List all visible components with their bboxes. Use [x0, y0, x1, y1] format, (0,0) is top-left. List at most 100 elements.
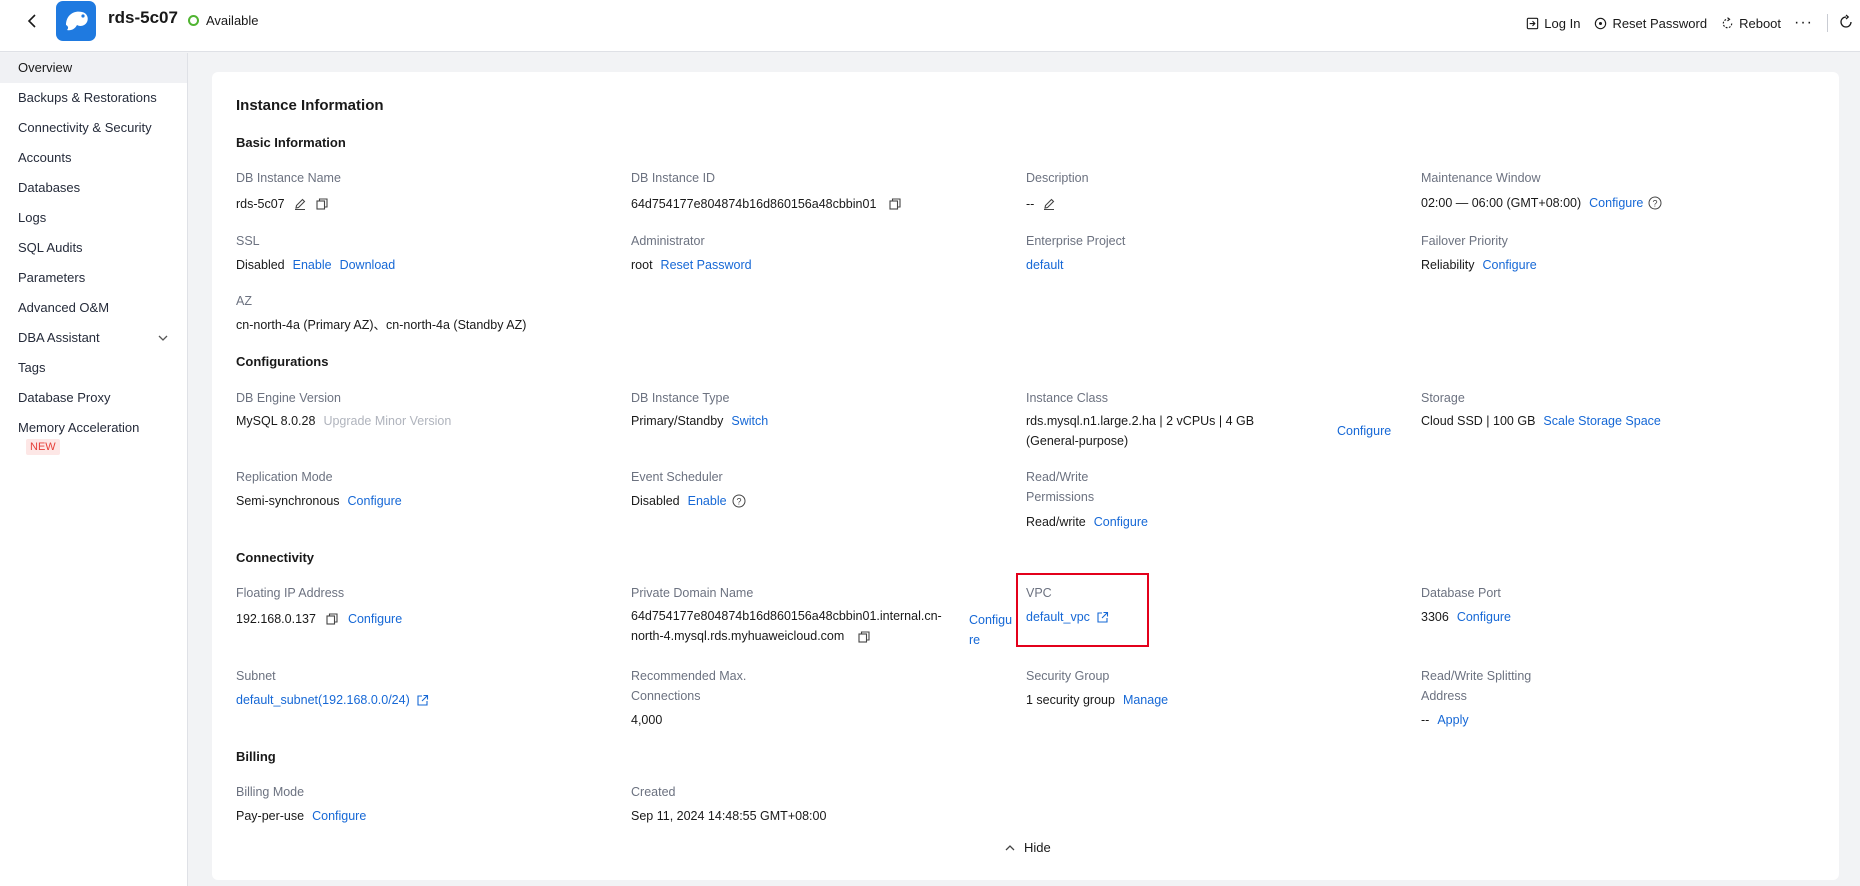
- enterprise-project-link[interactable]: default: [1026, 255, 1064, 275]
- page-title: Instance Information: [236, 97, 384, 114]
- rw-splitting-apply-link[interactable]: Apply: [1437, 710, 1468, 730]
- scale-storage-link[interactable]: Scale Storage Space: [1543, 411, 1660, 431]
- hide-button[interactable]: Hide: [1004, 840, 1051, 855]
- enterprise-project-label: Enterprise Project: [1026, 234, 1126, 248]
- ssl-text: Disabled: [236, 258, 285, 272]
- sidebar-item-advanced-om[interactable]: Advanced O&M: [0, 293, 187, 323]
- subnet-label: Subnet: [236, 669, 276, 683]
- event-enable-link[interactable]: Enable: [688, 491, 727, 511]
- header-actions: Log In Reset Password Reboot ···: [1525, 0, 1860, 46]
- sidebar-item-connectivity[interactable]: Connectivity & Security: [0, 113, 187, 143]
- created-value: Sep 11, 2024 14:48:55 GMT+08:00: [631, 809, 827, 823]
- domain-configure-link[interactable]: Configure: [969, 613, 1012, 647]
- maintenance-configure-link[interactable]: Configure: [1589, 193, 1643, 213]
- domain-configure: Configure: [969, 610, 1016, 650]
- enterprise-project-value: default: [1026, 255, 1064, 275]
- sidebar-item-database-proxy[interactable]: Database Proxy: [0, 383, 187, 413]
- failover-priority-label: Failover Priority: [1421, 234, 1508, 248]
- copy-icon[interactable]: [857, 630, 871, 644]
- billing-configure-link[interactable]: Configure: [312, 806, 366, 826]
- database-port-text: 3306: [1421, 610, 1449, 624]
- ssl-value: Disabled Enable Download: [236, 255, 395, 275]
- copy-icon[interactable]: [888, 197, 902, 211]
- sidebar-item-logs[interactable]: Logs: [0, 203, 187, 233]
- floating-ip-configure-link[interactable]: Configure: [348, 609, 402, 629]
- instance-title: rds-5c07: [108, 8, 178, 27]
- description-label: Description: [1026, 171, 1089, 185]
- db-instance-name-value: rds-5c07: [236, 194, 329, 214]
- db-engine-version-label: DB Engine Version: [236, 391, 341, 405]
- failover-priority-text: Reliability: [1421, 258, 1475, 272]
- rw-configure-link[interactable]: Configure: [1094, 512, 1148, 532]
- db-instance-id-label: DB Instance ID: [631, 171, 716, 185]
- az-value: cn-north-4a (Primary AZ)、cn-north-4a (St…: [236, 318, 527, 332]
- replication-mode-label: Replication Mode: [236, 470, 333, 484]
- section-basic-information: Basic Information: [236, 135, 346, 150]
- instance-class-configure: Configure: [1337, 421, 1391, 441]
- log-in-icon: [1527, 17, 1539, 29]
- switch-link[interactable]: Switch: [731, 411, 768, 431]
- sidebar-item-databases[interactable]: Databases: [0, 173, 187, 203]
- refresh-icon[interactable]: [1838, 14, 1854, 33]
- sidebar-item-dba-assistant[interactable]: DBA Assistant: [0, 323, 187, 353]
- sidebar-item-sql-audits[interactable]: SQL Audits: [0, 233, 187, 263]
- reboot-button[interactable]: Reboot: [1720, 16, 1781, 31]
- read-write-permissions-text: Read/write: [1026, 515, 1086, 529]
- subnet-link[interactable]: default_subnet(192.168.0.0/24): [236, 690, 410, 710]
- sidebar-item-overview[interactable]: Overview: [0, 53, 187, 83]
- db-instance-id-text: 64d754177e804874b16d860156a48cbbin01: [631, 197, 877, 211]
- edit-icon[interactable]: [293, 197, 307, 211]
- floating-ip-value: 192.168.0.137 Configure: [236, 609, 402, 629]
- storage-value: Cloud SSD | 100 GB Scale Storage Space: [1421, 411, 1661, 431]
- instance-class-configure-link[interactable]: Configure: [1337, 421, 1391, 441]
- external-link-icon[interactable]: [416, 694, 429, 707]
- db-engine-version-value: MySQL 8.0.28 Upgrade Minor Version: [236, 411, 451, 431]
- rds-logo-icon: [56, 1, 96, 41]
- event-scheduler-value: Disabled Enable ?: [631, 491, 746, 511]
- sidebar-item-accounts[interactable]: Accounts: [0, 143, 187, 173]
- copy-icon[interactable]: [325, 612, 339, 626]
- floating-ip-text: 192.168.0.137: [236, 612, 316, 626]
- database-port-value: 3306 Configure: [1421, 607, 1511, 627]
- replication-configure-link[interactable]: Configure: [348, 491, 402, 511]
- copy-icon[interactable]: [315, 197, 329, 211]
- section-connectivity: Connectivity: [236, 550, 315, 565]
- top-bar: rds-5c07 Available Log In Reset Password…: [0, 0, 1860, 52]
- ssl-download-link[interactable]: Download: [340, 255, 396, 275]
- reset-password-button[interactable]: Reset Password: [1593, 16, 1707, 31]
- read-write-permissions-label: Read/Write Permissions: [1026, 470, 1095, 504]
- administrator-label: Administrator: [631, 234, 705, 248]
- failover-configure-link[interactable]: Configure: [1483, 255, 1537, 275]
- help-icon[interactable]: ?: [732, 494, 746, 508]
- security-group-text: 1 security group: [1026, 693, 1115, 707]
- recommended-max-connections-value: 4,000: [631, 713, 663, 727]
- maintenance-window-value: 02:00 — 06:00 (GMT+08:00) Configure ?: [1421, 193, 1662, 213]
- rw-splitting-address-text: --: [1421, 713, 1430, 727]
- log-in-button[interactable]: Log In: [1525, 16, 1580, 31]
- svg-text:?: ?: [736, 497, 741, 507]
- private-domain-name-value: 64d754177e804874b16d860156a48cbbin01.int…: [631, 606, 943, 646]
- admin-reset-password-link[interactable]: Reset Password: [661, 255, 752, 275]
- more-actions-button[interactable]: ···: [1794, 14, 1813, 32]
- new-badge: NEW: [26, 439, 60, 455]
- highlight-box: [1016, 573, 1149, 647]
- db-instance-type-text: Primary/Standby: [631, 414, 724, 428]
- administrator-value: root Reset Password: [631, 255, 752, 275]
- description-value: --: [1026, 194, 1056, 214]
- created-label: Created: [631, 785, 676, 799]
- billing-mode-label: Billing Mode: [236, 785, 305, 799]
- sidebar-item-parameters[interactable]: Parameters: [0, 263, 187, 293]
- sidebar-item-backups[interactable]: Backups & Restorations: [0, 83, 187, 113]
- chevron-up-icon: [1005, 844, 1015, 850]
- reset-password-icon: [1595, 17, 1607, 29]
- edit-icon[interactable]: [1042, 197, 1056, 211]
- rw-splitting-address-value: -- Apply: [1421, 710, 1469, 730]
- security-group-manage-link[interactable]: Manage: [1123, 690, 1168, 710]
- port-configure-link[interactable]: Configure: [1457, 607, 1511, 627]
- sidebar: Overview Backups & Restorations Connecti…: [0, 53, 188, 886]
- sidebar-item-tags[interactable]: Tags: [0, 353, 187, 383]
- back-arrow-icon[interactable]: [22, 10, 44, 32]
- upgrade-minor-version-link[interactable]: Upgrade Minor Version: [323, 411, 451, 431]
- help-icon[interactable]: ?: [1648, 196, 1662, 210]
- ssl-enable-link[interactable]: Enable: [293, 255, 332, 275]
